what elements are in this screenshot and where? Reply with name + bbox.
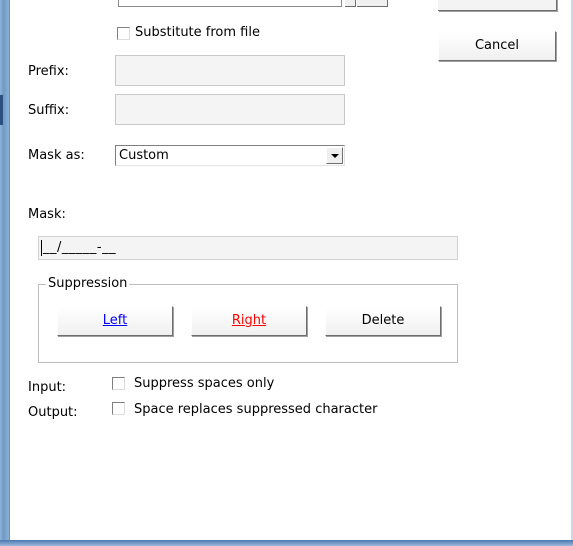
- window-frame-bottom: [0, 540, 573, 546]
- mask-as-label: Mask as:: [28, 148, 85, 163]
- prefix-label: Prefix:: [28, 64, 69, 79]
- substitute-from-file-checkbox[interactable]: [117, 27, 130, 40]
- suppress-left-button[interactable]: Left: [57, 306, 173, 336]
- substitute-from-file-label: Substitute from file: [135, 25, 260, 40]
- text-caret: [41, 240, 42, 256]
- suffix-label: Suffix:: [28, 103, 70, 118]
- chevron-down-icon[interactable]: [326, 147, 343, 164]
- suppress-spaces-only-checkbox[interactable]: [112, 377, 125, 390]
- clipped-combo-top[interactable]: [118, 0, 342, 7]
- clipped-button-small-2[interactable]: [357, 0, 388, 7]
- suppress-right-button[interactable]: Right: [191, 306, 307, 336]
- clipped-ok-button[interactable]: [438, 0, 557, 11]
- clipped-button-small-1[interactable]: [345, 0, 356, 7]
- suppression-group: Suppression Left Right Delete: [38, 276, 458, 363]
- mask-settings-dialog: Substitute from file Cancel Prefix: Suff…: [9, 0, 571, 540]
- prefix-input[interactable]: [115, 55, 345, 86]
- mask-label: Mask:: [28, 207, 66, 222]
- mask-as-select[interactable]: Custom: [115, 145, 345, 166]
- delete-button[interactable]: Delete: [325, 306, 441, 336]
- space-replaces-label: Space replaces suppressed character: [134, 402, 378, 417]
- suppress-left-label: Left: [102, 313, 128, 328]
- cancel-button[interactable]: Cancel: [438, 31, 556, 61]
- suppress-right-label: Right: [231, 313, 267, 328]
- delete-label: Delete: [361, 313, 405, 328]
- suppress-spaces-only-label: Suppress spaces only: [134, 376, 275, 391]
- mask-value: __/_____-__: [43, 240, 117, 255]
- frame-marker: [0, 95, 3, 125]
- suppression-title: Suppression: [46, 276, 130, 292]
- suffix-input[interactable]: [115, 94, 345, 125]
- mask-input[interactable]: __/_____-__: [38, 236, 458, 260]
- window-frame-left: [0, 0, 9, 546]
- input-label: Input:: [28, 380, 67, 395]
- mask-as-value: Custom: [119, 148, 169, 163]
- space-replaces-checkbox[interactable]: [112, 402, 125, 415]
- output-label: Output:: [28, 405, 78, 420]
